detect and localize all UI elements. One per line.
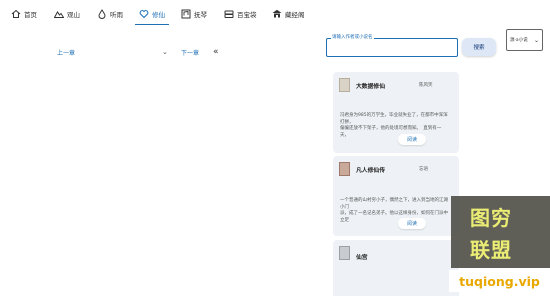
nav-label: 百宝袋	[237, 11, 257, 19]
chapter-dropdown-chevron-icon[interactable]: ⌄	[162, 46, 168, 58]
next-chapter-link[interactable]: 下一章	[181, 46, 199, 58]
read-button[interactable]: 阅读	[398, 134, 426, 145]
book-desc-line: 冯君身为985的万学生，毕业就失业了，在都市中浑浑打拼，	[340, 113, 448, 125]
watermark-url-text: tuqiong.vip	[459, 273, 540, 289]
book-cover-image	[339, 246, 350, 260]
read-button-label: 阅读	[406, 221, 417, 227]
raindrop-icon	[98, 9, 106, 19]
prev-chapter-link[interactable]: 上一章	[57, 46, 75, 58]
book-description: 一个普通的山村穷小子，偶然之下，进入到当地的江湖小门 派，成了一名记名弟子。他以…	[340, 198, 450, 224]
book-title: 大数据修仙	[356, 84, 385, 90]
prev-chapter-label: 上一章	[57, 49, 76, 57]
book-desc-line: 偏偏还放不下架子，他的处境可想而知。 直到有一天，	[340, 126, 442, 138]
book-description: 冯君身为985的万学生，毕业就失业了，在都市中浑浑打拼， 偏偏还放不下架子，他的…	[340, 113, 450, 139]
book-desc-line: 一个普通的山村穷小子，偶然之下，进入到当地的江湖小门	[340, 198, 448, 210]
source-select-value: 源·a小说	[510, 38, 528, 43]
top-nav: 首页 观山 听雨 修仙 抚琴 百宝袋 藏经阁	[0, 0, 550, 28]
bag-icon	[224, 10, 234, 18]
nav-label: 首页	[24, 11, 37, 19]
book-card: 仙宫	[333, 240, 459, 296]
chevron-down-icon: ⌄	[533, 36, 539, 44]
watermark-line2: 联盟	[470, 238, 512, 262]
next-chapter-label: 下一章	[181, 49, 200, 57]
book-title: 凡人修仙传	[356, 168, 385, 174]
nav-label: 抚琴	[194, 11, 207, 19]
heart-icon	[139, 10, 149, 19]
search-button-label: 搜索	[473, 45, 485, 51]
nav-item-treasure-bag[interactable]: 百宝袋	[224, 0, 257, 28]
nav-label: 听雨	[110, 11, 123, 19]
nav-item-guqin[interactable]: 抚琴	[181, 0, 207, 28]
book-card: 大数据修仙 陈风笑 冯君身为985的万学生，毕业就失业了，在都市中浑浑打拼， 偏…	[333, 72, 459, 153]
nav-item-mountain[interactable]: 观山	[54, 0, 80, 28]
home-icon	[11, 9, 21, 18]
collapse-double-chevron-icon[interactable]: «	[213, 46, 219, 58]
book-author: 陈风笑	[419, 83, 433, 88]
music-sheet-icon	[181, 9, 191, 19]
nav-label: 藏经阁	[285, 11, 305, 19]
book-title: 仙宫	[356, 255, 368, 261]
watermark-badge: 图穷 联盟	[451, 196, 550, 268]
nav-item-cultivation[interactable]: 修仙	[135, 0, 169, 28]
nav-item-home[interactable]: 首页	[11, 0, 37, 28]
pavilion-icon	[272, 9, 282, 18]
book-cover-image	[339, 78, 350, 92]
nav-item-scripture-pavilion[interactable]: 藏经阁	[272, 0, 305, 28]
read-button[interactable]: 阅读	[398, 218, 426, 229]
book-author: 忘语	[419, 167, 428, 172]
watermark-line1: 图穷	[470, 206, 512, 230]
read-button-label: 阅读	[406, 137, 417, 143]
watermark-url: tuqiong.vip	[449, 270, 550, 292]
search-placeholder: 请输入作者或小说名	[331, 35, 374, 41]
book-cover-image	[339, 162, 350, 176]
search-button[interactable]: 搜索	[462, 38, 496, 56]
nav-item-rain[interactable]: 听雨	[97, 0, 123, 28]
nav-label: 观山	[67, 11, 80, 19]
search-input[interactable]: 请输入作者或小说名	[326, 35, 458, 57]
nav-label: 修仙	[152, 11, 165, 19]
source-select[interactable]: 源·a小说 ⌄	[506, 29, 543, 51]
book-card: 凡人修仙传 忘语 一个普通的山村穷小子，偶然之下，进入到当地的江湖小门 派，成了…	[333, 156, 459, 236]
book-desc-line: 派，成了一名记名弟子。他以这样身份，如何在门派中立足	[340, 211, 448, 223]
mountain-icon	[54, 11, 64, 18]
